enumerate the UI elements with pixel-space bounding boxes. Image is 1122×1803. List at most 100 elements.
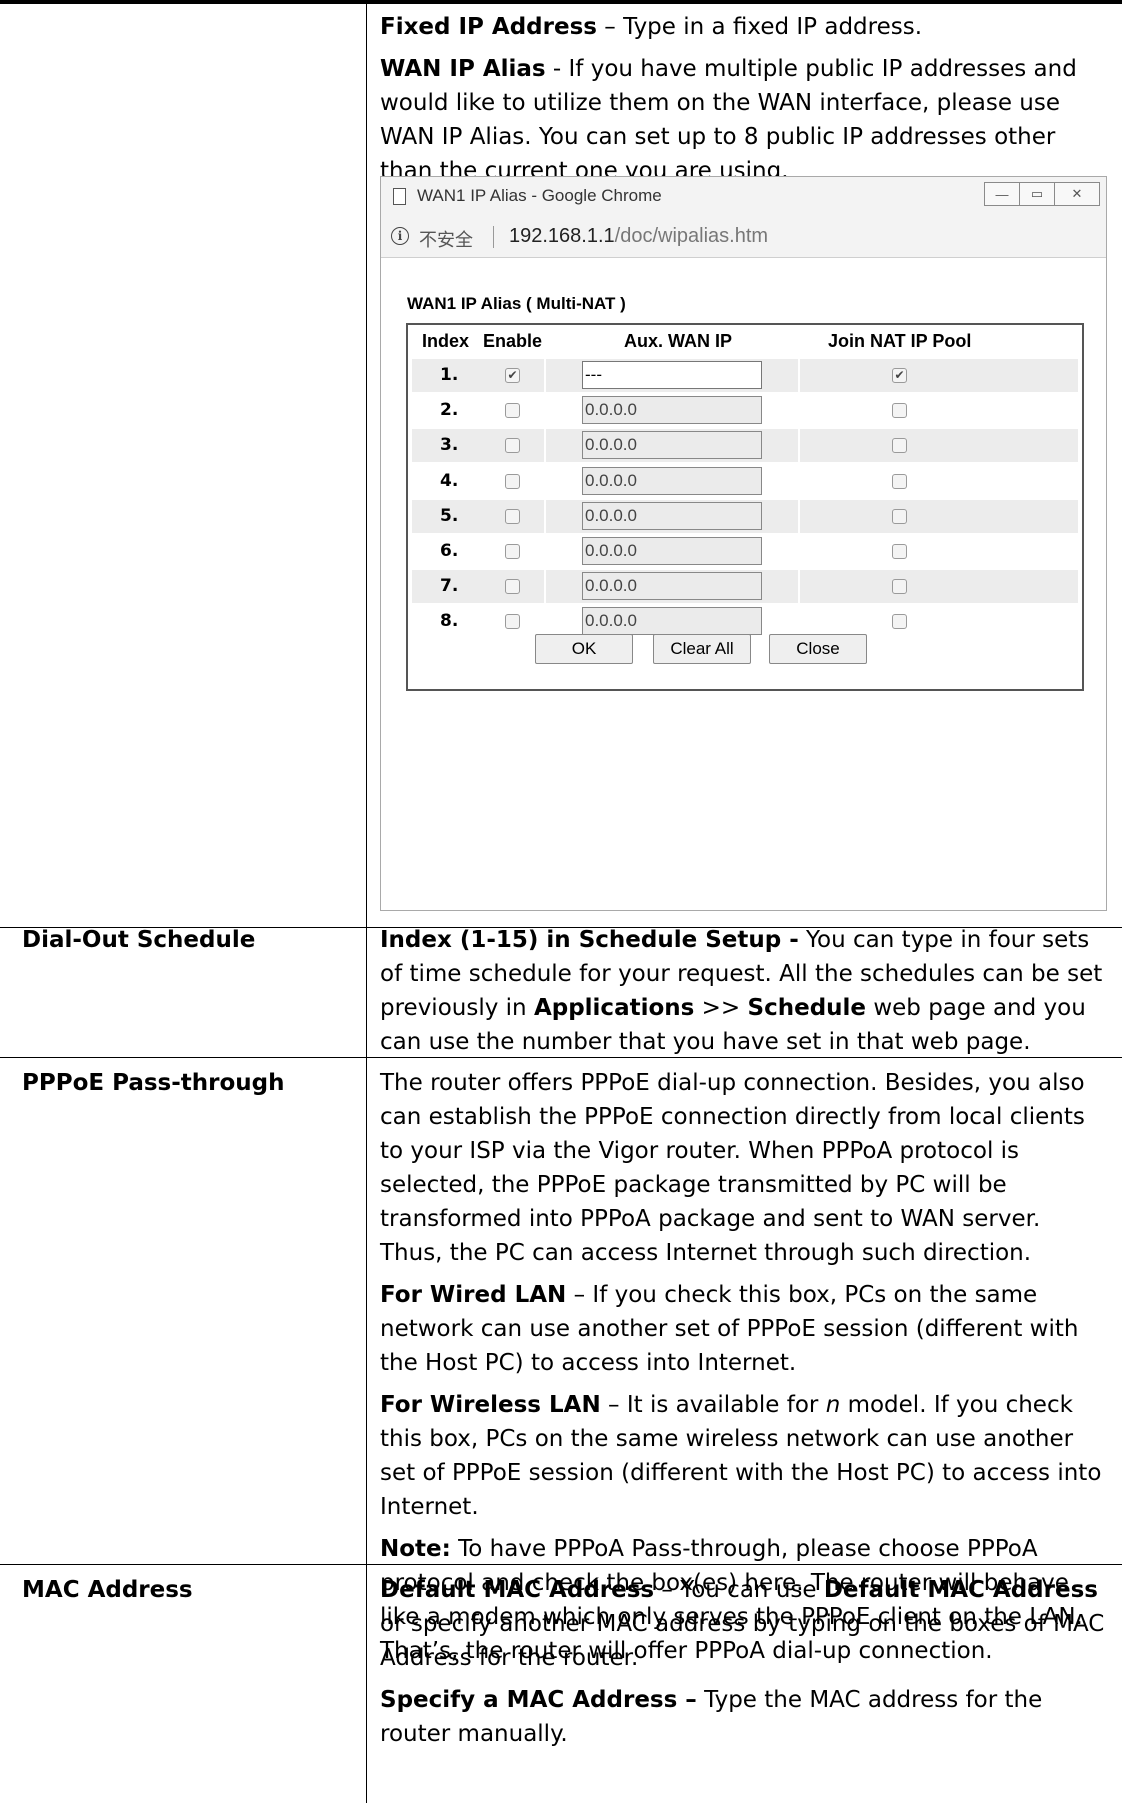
term: For Wired LAN	[380, 1282, 567, 1308]
join-nat-checkbox[interactable]	[892, 473, 907, 489]
table-row: 7. 0.0.0.0	[412, 570, 1078, 604]
join-nat-checkbox[interactable]	[892, 403, 907, 419]
row-index: 6.	[440, 541, 459, 561]
aux-wan-ip-input[interactable]: 0.0.0.0	[582, 431, 762, 460]
term: Index (1-15) in Schedule Setup -	[380, 927, 799, 953]
column-divider	[366, 0, 367, 1803]
term: Specify a MAC Address –	[380, 1687, 697, 1713]
join-nat-checkbox[interactable]	[892, 614, 907, 630]
url-path: /doc/wipalias.htm	[614, 225, 769, 247]
aux-wan-ip-input[interactable]: 0.0.0.0	[582, 396, 762, 425]
alias-table-title: WAN1 IP Alias ( Multi-NAT )	[407, 294, 626, 313]
text: or specify another MAC address by typing…	[380, 1611, 1105, 1671]
term: WAN IP Alias	[380, 56, 546, 82]
url-text[interactable]: 192.168.1.1/doc/wipalias.htm	[509, 225, 768, 248]
wired-lan-paragraph: For Wired LAN – If you check this box, P…	[380, 1278, 1105, 1380]
window-controls: — ▭ ✕	[984, 182, 1100, 206]
cell-separator	[798, 535, 800, 568]
aux-wan-ip-input[interactable]: ---	[582, 361, 762, 389]
dial-out-paragraph: Index (1-15) in Schedule Setup - You can…	[380, 923, 1105, 1059]
join-nat-checkbox[interactable]: ✔	[892, 368, 907, 383]
col-index: Index	[422, 331, 470, 351]
col-join-nat: Join NAT IP Pool	[828, 331, 972, 351]
cell-separator	[798, 359, 800, 392]
term: For Wireless LAN	[380, 1392, 601, 1418]
dial-out-description: Index (1-15) in Schedule Setup - You can…	[380, 923, 1105, 1067]
insecure-label: 不安全	[419, 230, 473, 250]
window-title-bar: WAN1 IP Alias - Google Chrome — ▭ ✕	[381, 177, 1106, 218]
url-host: 192.168.1.1	[509, 225, 615, 247]
aux-wan-ip-input[interactable]: 0.0.0.0	[582, 466, 762, 495]
aux-wan-ip-input[interactable]: 0.0.0.0	[582, 501, 762, 530]
cell-separator	[798, 464, 800, 498]
table-row: 1. ✔ --- ✔	[412, 359, 1078, 392]
text: >>	[694, 995, 748, 1021]
ip-alias-description: Fixed IP Address – Type in a fixed IP ad…	[380, 10, 1105, 196]
term: Default MAC Address	[823, 1577, 1098, 1603]
fixed-ip-paragraph: Fixed IP Address – Type in a fixed IP ad…	[380, 10, 1105, 44]
enable-checkbox[interactable]	[505, 614, 520, 630]
row-index: 2.	[440, 400, 459, 421]
page-icon	[393, 188, 406, 205]
aux-wan-ip-input[interactable]: 0.0.0.0	[582, 607, 762, 636]
window-title: WAN1 IP Alias - Google Chrome	[417, 186, 662, 205]
cell-separator	[544, 359, 546, 392]
address-separator	[493, 226, 494, 248]
top-rule	[0, 0, 1122, 4]
text: – Type in a fixed IP address.	[596, 14, 923, 40]
text: – You can use	[654, 1577, 824, 1603]
wireless-lan-paragraph: For Wireless LAN – It is available for n…	[380, 1388, 1105, 1524]
aux-wan-ip-input[interactable]: 0.0.0.0	[582, 572, 762, 601]
cell-separator	[544, 394, 546, 428]
text: n	[825, 1392, 841, 1418]
wan-ip-alias-paragraph: WAN IP Alias - If you have multiple publ…	[380, 52, 1105, 188]
pppoe-label: PPPoE Pass-through	[22, 1070, 285, 1096]
enable-checkbox[interactable]	[505, 508, 520, 524]
enable-checkbox[interactable]	[505, 579, 520, 595]
table-row: 5. 0.0.0.0	[412, 499, 1078, 533]
aux-wan-ip-input[interactable]: 0.0.0.0	[582, 537, 762, 565]
enable-checkbox[interactable]	[505, 544, 520, 559]
default-mac-paragraph: Default MAC Address – You can use Defaul…	[380, 1573, 1105, 1675]
row-index: 5.	[440, 505, 459, 526]
enable-checkbox[interactable]: ✔	[505, 368, 520, 383]
table-row: 4. 0.0.0.0	[412, 464, 1078, 498]
term: Applications	[533, 995, 695, 1021]
table-row: 6. 0.0.0.0	[412, 535, 1078, 568]
term: Note:	[380, 1536, 451, 1562]
specify-mac-paragraph: Specify a MAC Address – Type the MAC add…	[380, 1683, 1105, 1751]
enable-checkbox[interactable]	[505, 473, 520, 489]
cell-separator	[798, 499, 800, 533]
ip-alias-window: WAN1 IP Alias - Google Chrome — ▭ ✕ i 不安…	[380, 176, 1107, 911]
document-page: Fixed IP Address – Type in a fixed IP ad…	[0, 0, 1122, 1803]
ok-button[interactable]: OK	[535, 634, 633, 664]
enable-checkbox[interactable]	[505, 438, 520, 454]
row-index: 7.	[440, 576, 459, 597]
cell-separator	[798, 570, 800, 604]
mac-label: MAC Address	[22, 1577, 193, 1603]
term: Schedule	[747, 995, 867, 1021]
join-nat-checkbox[interactable]	[892, 544, 907, 559]
maximize-icon[interactable]: ▭	[1019, 182, 1055, 206]
join-nat-checkbox[interactable]	[892, 438, 907, 454]
cell-separator	[544, 570, 546, 604]
enable-checkbox[interactable]	[505, 403, 520, 419]
minimize-icon[interactable]: —	[984, 182, 1020, 206]
cell-separator	[544, 499, 546, 533]
text: – It is available for	[600, 1392, 826, 1418]
table-row: 2. 0.0.0.0	[412, 394, 1078, 428]
row-index: 8.	[440, 611, 459, 632]
term: Default MAC Address	[380, 1577, 655, 1603]
term: Fixed IP Address	[380, 14, 597, 40]
cell-separator	[798, 429, 800, 463]
clear-all-button[interactable]: Clear All	[653, 634, 751, 664]
close-icon[interactable]: ✕	[1054, 182, 1100, 206]
info-icon[interactable]: i	[391, 227, 409, 245]
close-button[interactable]: Close	[769, 634, 867, 664]
row-index: 1.	[440, 365, 459, 385]
address-bar[interactable]: i 不安全 192.168.1.1/doc/wipalias.htm	[381, 217, 1106, 258]
join-nat-checkbox[interactable]	[892, 579, 907, 595]
row-index: 4.	[440, 470, 459, 491]
table-row: 3. 0.0.0.0	[412, 429, 1078, 463]
join-nat-checkbox[interactable]	[892, 508, 907, 524]
